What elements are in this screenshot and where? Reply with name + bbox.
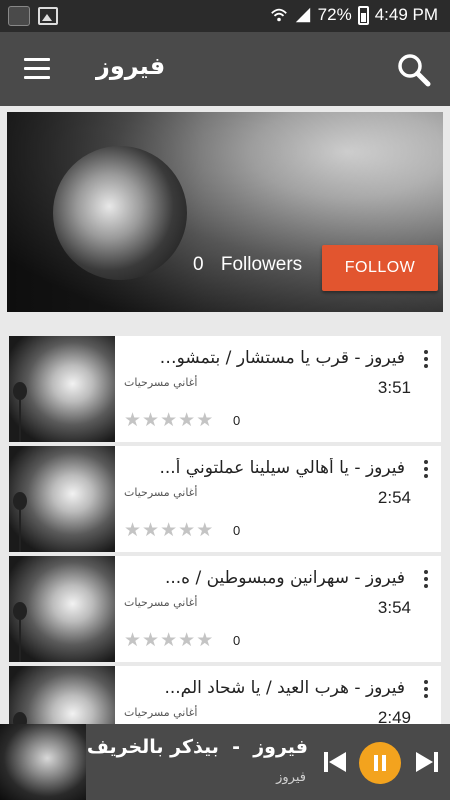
star-icon[interactable]: ★ [178, 630, 195, 650]
star-icon[interactable]: ★ [124, 630, 141, 650]
notification-badge-icon [8, 6, 30, 26]
more-options-icon[interactable] [421, 680, 431, 702]
star-rating[interactable]: ★★★★★ [124, 520, 213, 540]
star-icon[interactable]: ★ [142, 410, 159, 430]
star-icon[interactable]: ★ [196, 630, 213, 650]
song-duration: 2:54 [377, 488, 411, 507]
song-album: أغاني مسرحيات [124, 486, 198, 499]
star-rating[interactable]: ★★★★★ [124, 630, 213, 650]
star-icon[interactable]: ★ [178, 410, 195, 430]
followers-label: Followers [220, 254, 303, 275]
more-options-icon[interactable] [421, 460, 431, 482]
pause-button[interactable] [359, 742, 401, 784]
wifi-icon [270, 8, 287, 22]
song-thumbnail [9, 336, 115, 442]
song-title: فيروز - قرب يا مستشار / بتمشوا ... [155, 348, 405, 368]
star-icon[interactable]: ★ [124, 520, 141, 540]
song-title: فيروز - هرب العيد / يا شحاد الم... [164, 678, 405, 698]
song-row[interactable]: فيروز - يا أهالي سيلينا عملتوني أ... أغا… [9, 446, 441, 552]
song-thumbnail [9, 556, 115, 662]
song-duration: 3:51 [377, 378, 411, 397]
signal-icon [295, 7, 310, 23]
now-playing-thumbnail [0, 724, 86, 800]
song-row[interactable]: فيروز - سهرانين ومبسوطين / ه... أغاني مس… [9, 556, 441, 662]
now-playing-title: فيروز - بيذكر بالخريف [86, 736, 308, 758]
battery-percent: 72% [317, 5, 352, 24]
previous-icon[interactable] [322, 750, 348, 774]
pause-icon [374, 755, 378, 771]
star-icon[interactable]: ★ [160, 410, 177, 430]
now-playing-artist: فيروز [276, 770, 306, 785]
star-icon[interactable]: ★ [196, 410, 213, 430]
rating-count: 0 [233, 633, 241, 648]
star-icon[interactable]: ★ [196, 520, 213, 540]
rating-count: 0 [233, 413, 241, 428]
search-icon[interactable] [396, 52, 432, 88]
song-list: فيروز - قرب يا مستشار / بتمشوا ... أغاني… [9, 336, 441, 776]
song-album: أغاني مسرحيات [124, 706, 198, 719]
rating-count: 0 [233, 523, 241, 538]
star-icon[interactable]: ★ [142, 630, 159, 650]
star-icon[interactable]: ★ [160, 520, 177, 540]
song-title: فيروز - يا أهالي سيلينا عملتوني أ... [159, 458, 405, 478]
status-bar: 72% 4:49 PM [0, 0, 450, 32]
star-icon[interactable]: ★ [160, 630, 177, 650]
app-screen: 72% 4:49 PM فيروز 0 Followers FOLLOW فير… [0, 0, 450, 800]
star-icon[interactable]: ★ [178, 520, 195, 540]
follower-count: 0 [193, 254, 204, 275]
artist-avatar [53, 146, 187, 280]
song-album: أغاني مسرحيات [124, 596, 198, 609]
next-icon[interactable] [414, 750, 440, 774]
song-row[interactable]: فيروز - قرب يا مستشار / بتمشوا ... أغاني… [9, 336, 441, 442]
menu-icon[interactable] [24, 58, 50, 80]
follow-button[interactable]: FOLLOW [322, 245, 438, 291]
battery-icon [357, 5, 369, 25]
song-thumbnail [9, 446, 115, 552]
artist-header: 0 Followers FOLLOW [7, 112, 443, 312]
star-rating[interactable]: ★★★★★ [124, 410, 213, 430]
more-options-icon[interactable] [421, 570, 431, 592]
page-title: فيروز [96, 52, 166, 80]
song-duration: 3:54 [377, 598, 411, 617]
followers-info: 0 Followers [193, 254, 302, 276]
song-title: فيروز - سهرانين ومبسوطين / ه... [164, 568, 405, 588]
song-album: أغاني مسرحيات [124, 376, 198, 389]
app-bar: فيروز [0, 32, 450, 106]
image-icon [38, 7, 58, 25]
more-options-icon[interactable] [421, 350, 431, 372]
mini-player[interactable]: فيروز - بيذكر بالخريف فيروز [0, 724, 450, 800]
star-icon[interactable]: ★ [124, 410, 141, 430]
clock: 4:49 PM [374, 5, 438, 24]
star-icon[interactable]: ★ [142, 520, 159, 540]
